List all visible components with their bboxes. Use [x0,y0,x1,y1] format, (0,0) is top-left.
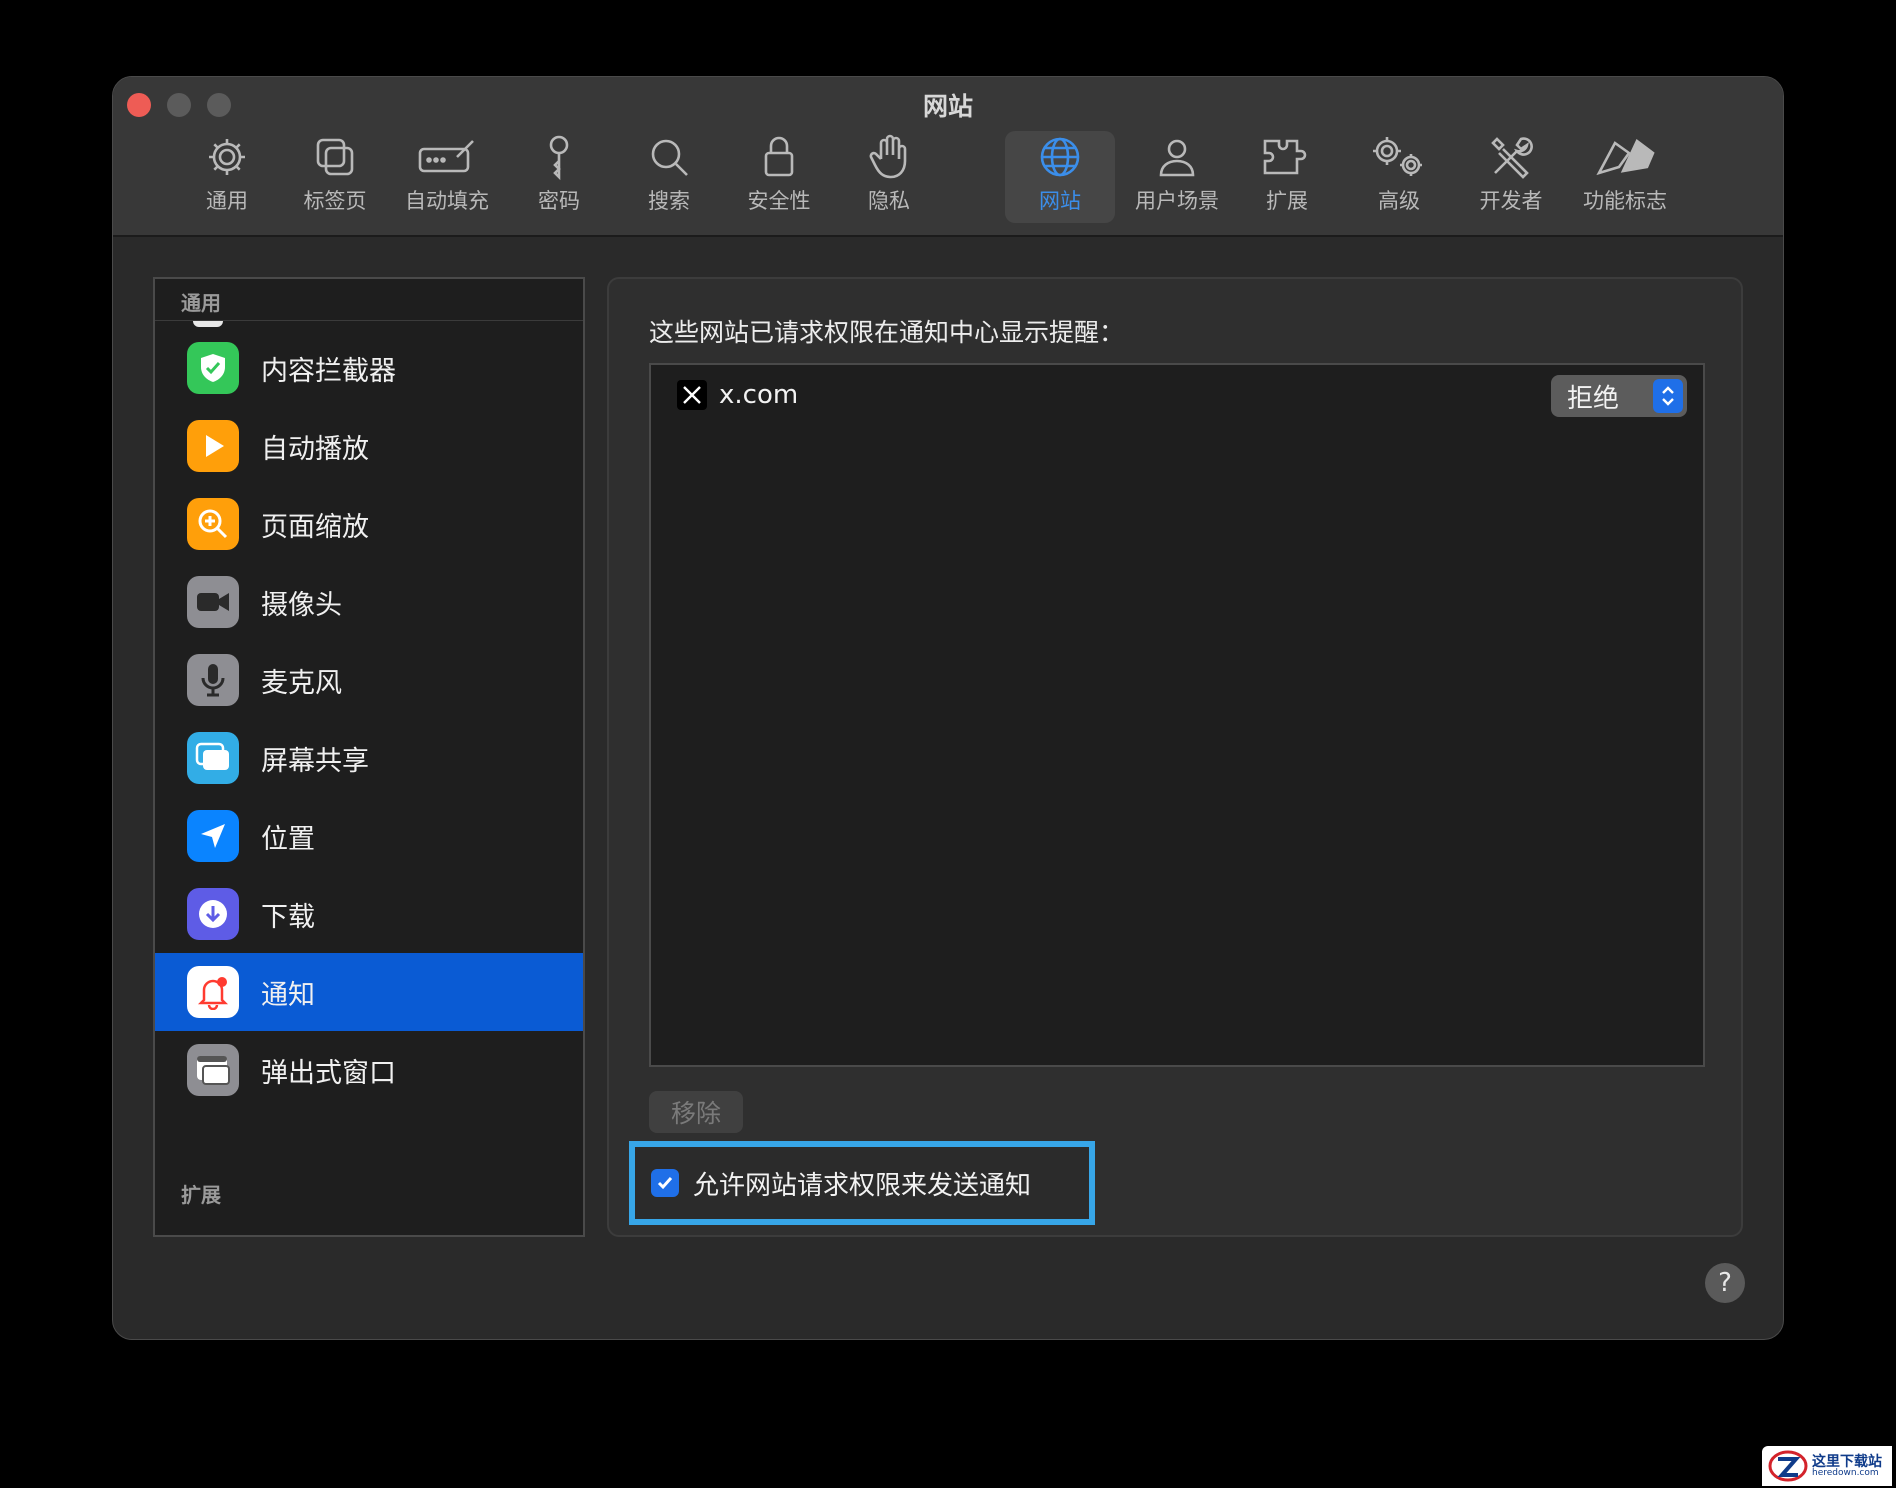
globe-icon [1038,131,1082,183]
sidebar-item-content-blockers[interactable]: 内容拦截器 [155,329,583,407]
search-icon [647,131,691,183]
play-icon [187,420,239,472]
titlebar: 网站 通用 标签页 自动填充 密码 搜索 安全性 隐私 网站 用户场景 扩展 高… [113,77,1783,237]
website-list[interactable]: x.com 拒绝 [649,363,1705,1067]
permission-value: 拒绝 [1567,383,1620,414]
permission-select[interactable]: 拒绝 [1551,375,1687,417]
tab-profiles[interactable]: 用户场景 [1119,131,1235,223]
tab-autofill[interactable]: 自动填充 [395,131,499,223]
tools-icon [1487,131,1535,183]
sidebar-item-page-zoom[interactable]: 页面缩放 [155,485,583,563]
lock-icon [757,131,801,183]
heredown-logo-icon [1768,1450,1808,1482]
watermark-cn: 这里下载站 [1812,1453,1882,1470]
tab-feature-flags[interactable]: 功能标志 [1567,131,1683,223]
watermark-en: heredown.com [1812,1467,1879,1478]
microphone-icon [187,654,239,706]
tab-advanced[interactable]: 高级 [1347,131,1451,223]
tab-security[interactable]: 安全性 [727,131,831,223]
sidebar-item-label: 摄像头 [261,589,342,621]
sidebar-section-extensions: 扩展 [181,1183,221,1207]
sidebar-item-location[interactable]: 位置 [155,797,583,875]
tab-privacy[interactable]: 隐私 [837,131,941,223]
chevron-up-down-icon [1653,379,1683,413]
camera-icon [187,576,239,628]
puzzle-icon [1261,131,1313,183]
key-icon [537,131,581,183]
zoom-icon [187,498,239,550]
sidebar-item-label: 通知 [261,979,315,1011]
sidebar-item-label: 页面缩放 [261,511,369,543]
gears-icon [1371,131,1427,183]
allow-notifications-checkbox-row[interactable]: 允许网站请求权限来发送通知 [629,1141,1095,1225]
allow-notifications-checkbox[interactable] [651,1169,679,1197]
x-logo-icon [677,380,707,410]
settings-toolbar: 通用 标签页 自动填充 密码 搜索 安全性 隐私 网站 用户场景 扩展 高级 开… [113,131,1783,227]
flags-icon [1593,131,1657,183]
panel-title: 这些网站已请求权限在通知中心显示提醒： [649,318,1125,347]
sidebar[interactable]: 通用 内容拦截器 自动播放 页面缩放 摄像头 麦克风 屏幕共享 位置 下载 通知… [153,277,585,1237]
sidebar-item-autoplay[interactable]: 自动播放 [155,407,583,485]
allow-notifications-label: 允许网站请求权限来发送通知 [693,1170,1032,1201]
tab-developer[interactable]: 开发者 [1459,131,1563,223]
sidebar-item-label: 麦克风 [261,667,342,699]
sidebar-item-downloads[interactable]: 下载 [155,875,583,953]
location-icon [187,810,239,862]
person-icon [1155,131,1199,183]
gear-icon [205,131,249,183]
sidebar-item-label: 位置 [261,823,315,855]
sidebar-item-screen-sharing[interactable]: 屏幕共享 [155,719,583,797]
sidebar-item-camera[interactable]: 摄像头 [155,563,583,641]
screen-share-icon [187,732,239,784]
website-row[interactable]: x.com 拒绝 [677,373,1687,417]
tab-websites[interactable]: 网站 [1005,131,1115,223]
sidebar-section-general: 通用 [155,279,583,321]
safari-settings-window: 网站 通用 标签页 自动填充 密码 搜索 安全性 隐私 网站 用户场景 扩展 高… [112,76,1784,1340]
window-title: 网站 [922,92,973,121]
hand-icon [867,131,911,183]
sidebar-item-label: 自动播放 [261,433,369,465]
tab-search[interactable]: 搜索 [617,131,721,223]
remove-button[interactable]: 移除 [649,1091,743,1133]
help-button[interactable]: ? [1705,1263,1745,1303]
website-name: x.com [719,380,799,410]
sidebar-item-popup-windows[interactable]: 弹出式窗口 [155,1031,583,1109]
sidebar-item-label: 弹出式窗口 [261,1057,396,1089]
sidebar-item-label: 屏幕共享 [261,745,369,777]
sidebar-item-label: 下载 [261,901,315,933]
notifications-panel: 这些网站已请求权限在通知中心显示提醒： x.com 拒绝 移除 允许网站请求权限… [607,277,1743,1237]
sidebar-item-microphone[interactable]: 麦克风 [155,641,583,719]
autofill-icon [417,131,477,183]
watermark: 这里下载站 heredown.com [1762,1446,1892,1486]
sidebar-item-label: 内容拦截器 [261,355,396,387]
popup-window-icon [187,1044,239,1096]
shield-check-icon [187,342,239,394]
sidebar-item-notifications[interactable]: 通知 [155,953,583,1031]
tab-tabs[interactable]: 标签页 [283,131,387,223]
tabs-icon [313,131,357,183]
tab-passwords[interactable]: 密码 [507,131,611,223]
tab-general[interactable]: 通用 [175,131,279,223]
download-icon [187,888,239,940]
tab-extensions[interactable]: 扩展 [1235,131,1339,223]
bell-icon [187,966,239,1018]
